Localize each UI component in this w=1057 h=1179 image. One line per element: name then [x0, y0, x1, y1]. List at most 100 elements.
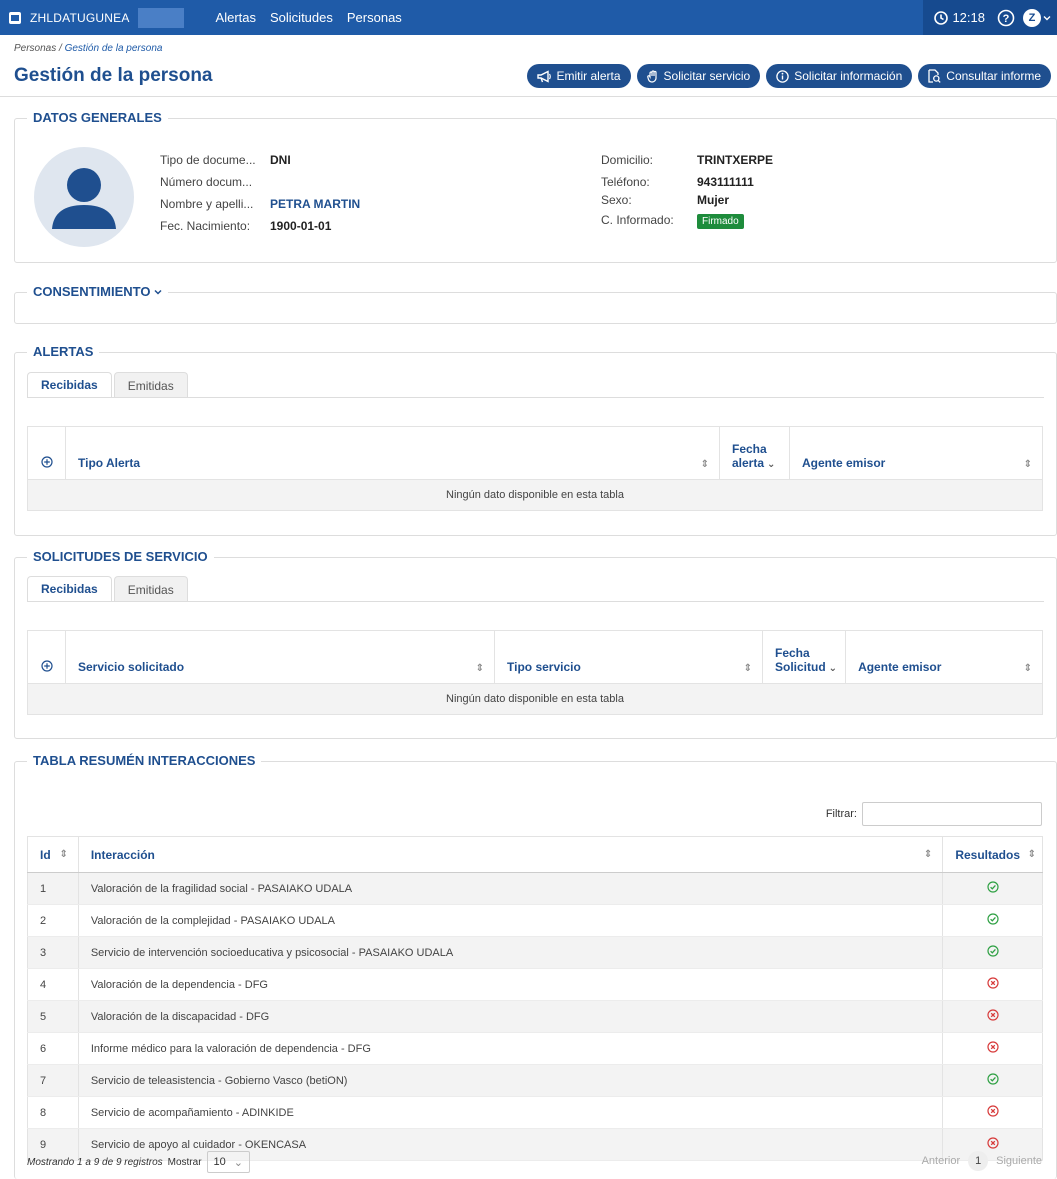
pagination-prev[interactable]: Anterior — [922, 1155, 961, 1167]
sort-icon: ⇕ — [1023, 459, 1032, 470]
view-report-button[interactable]: Consultar informe — [918, 64, 1051, 88]
row-resultado — [942, 904, 1043, 937]
table-row[interactable]: 3 Servicio de intervención socioeducativa… — [27, 936, 1043, 969]
row-id: 3 — [27, 936, 79, 969]
sort-icon: ⇕ — [700, 459, 709, 470]
row-interaccion: Valoración de la complejidad - PASAIAKO … — [77, 904, 944, 937]
pagination-next[interactable]: Siguiente — [996, 1155, 1042, 1167]
sex-value: Mujer — [697, 193, 730, 207]
empty-message: Ningún dato disponible en esta tabla — [27, 479, 1043, 511]
sort-icon: ⇕ — [1023, 663, 1032, 674]
resumen-title: TABLA RESUMÉN INTERACCIONES — [27, 753, 262, 768]
clock-time: 12:18 — [952, 10, 985, 25]
x-circle-icon — [987, 1041, 999, 1056]
address-value: TRINTXERPE — [697, 153, 774, 167]
table-row[interactable]: 2 Valoración de la complejidad - PASAIAKO… — [27, 904, 1043, 937]
expand-all-icon[interactable] — [27, 426, 66, 480]
col-agente-label: Agente emisor — [802, 456, 886, 470]
expand-all-icon[interactable] — [27, 630, 66, 684]
doc-number-label: Número docum... — [160, 175, 253, 189]
col-agente-emisor[interactable]: Agente emisor ⇕ — [845, 630, 1043, 684]
check-circle-icon — [987, 945, 999, 960]
tabs-divider — [27, 397, 1044, 398]
alertas-table: Tipo Alerta ⇕ Fecha alerta ⌄ Agente emisor ⇕… — [27, 426, 1043, 511]
col-fecha-solicitud[interactable]: Fecha Solicitud ⌄ — [761, 630, 847, 684]
row-resultado — [942, 1096, 1043, 1129]
table-row[interactable]: 8 Servicio de acompañamiento - ADINKIDE — [27, 1096, 1043, 1129]
chevron-down-icon[interactable] — [1043, 11, 1051, 25]
nav-alertas[interactable]: Alertas — [216, 10, 256, 25]
sort-desc-icon: ⌄ — [767, 459, 776, 470]
col-agente-emisor[interactable]: Agente emisor ⇕ — [789, 426, 1043, 480]
x-circle-icon — [987, 1009, 999, 1024]
alertas-panel: ALERTAS Recibidas Emitidas Tipo Alerta ⇕ … — [14, 344, 1057, 536]
col-interaccion[interactable]: Interacción ⇕ — [77, 836, 944, 873]
col-tipo-alerta-label: Tipo Alerta — [78, 456, 141, 470]
page-size-select[interactable]: 10 ⌄ — [206, 1151, 251, 1173]
row-resultado — [942, 968, 1043, 1001]
megaphone-icon — [536, 69, 551, 83]
x-circle-icon — [987, 977, 999, 992]
brand-name: ZHLDATUGUNEA — [30, 10, 130, 25]
birthdate-value: 1900-01-01 — [270, 219, 332, 233]
filter-input[interactable] — [862, 802, 1042, 826]
consentimiento-title: CONSENTIMIENTO — [33, 284, 151, 299]
svg-text:?: ? — [1003, 13, 1010, 25]
page-size-label: Mostrar — [167, 1156, 202, 1168]
row-resultado — [942, 1032, 1043, 1065]
session-clock[interactable]: 12:18 — [933, 10, 985, 26]
request-service-button[interactable]: Solicitar servicio — [636, 64, 761, 88]
check-circle-icon — [987, 913, 999, 928]
table-row[interactable]: 6 Informe médico para la valoración de de… — [27, 1032, 1043, 1065]
user-avatar-icon[interactable]: Z — [1023, 8, 1041, 27]
table-empty-row: Ningún dato disponible en esta tabla — [27, 683, 1043, 715]
request-info-button[interactable]: Solicitar información — [766, 64, 913, 88]
info-icon — [776, 69, 789, 83]
tab-solicitudes-recibidas[interactable]: Recibidas — [27, 576, 112, 602]
solicitudes-title: SOLICITUDES DE SERVICIO — [27, 549, 214, 564]
col-tipo-alerta[interactable]: Tipo Alerta ⇕ — [65, 426, 720, 480]
sex-label: Sexo: — [601, 193, 632, 207]
col-fecha-alerta[interactable]: Fecha alerta ⌄ — [719, 426, 790, 480]
top-navbar: ZHLDATUGUNEA Alertas Solicitudes Persona… — [0, 0, 1057, 35]
birthdate-label: Fec. Nacimiento: — [160, 219, 251, 233]
chevron-down-icon — [153, 284, 162, 299]
breadcrumb-personas[interactable]: Personas — [14, 43, 56, 54]
emit-alert-button[interactable]: Emitir alerta — [526, 64, 631, 88]
name-value[interactable]: PETRA MARTIN — [270, 197, 360, 211]
nav-solicitudes[interactable]: Solicitudes — [270, 10, 333, 25]
col-resultados[interactable]: Resultados ⇕ — [942, 836, 1043, 873]
solicitudes-tabs: Recibidas Emitidas — [27, 576, 190, 602]
tab-solicitudes-emitidas[interactable]: Emitidas — [113, 576, 188, 602]
table-row[interactable]: 7 Servicio de teleasistencia - Gobierno V… — [27, 1064, 1043, 1097]
col-tipo-servicio-label: Tipo servicio — [507, 660, 581, 674]
brand-placeholder-block — [137, 7, 184, 28]
emit-alert-label: Emitir alerta — [556, 69, 621, 83]
row-id: 8 — [27, 1096, 79, 1129]
row-interaccion: Servicio de teleasistencia - Gobierno Va… — [77, 1064, 944, 1097]
table-row[interactable]: 1 Valoración de la fragilidad social - PA… — [27, 872, 1043, 905]
breadcrumb-current: Gestión de la persona — [64, 43, 163, 54]
col-tipo-servicio[interactable]: Tipo servicio ⇕ — [494, 630, 763, 684]
tab-alertas-recibidas[interactable]: Recibidas — [27, 372, 112, 398]
chevron-down-icon: ⌄ — [233, 1156, 244, 1169]
tab-alertas-emitidas[interactable]: Emitidas — [113, 372, 188, 398]
x-circle-icon — [987, 1105, 999, 1120]
row-id: 7 — [27, 1064, 79, 1097]
col-servicio-solicitado[interactable]: Servicio solicitado ⇕ — [65, 630, 495, 684]
records-info: Mostrando 1 a 9 de 9 registros — [27, 1156, 163, 1168]
col-interaccion-label: Interacción — [90, 847, 155, 862]
col-id[interactable]: Id ⇕ — [27, 836, 79, 873]
breadcrumb: Personas / Gestión de la persona — [14, 43, 162, 54]
row-resultado — [942, 1064, 1043, 1097]
consentimiento-toggle[interactable]: CONSENTIMIENTO — [27, 284, 168, 299]
pagination-page[interactable]: 1 — [968, 1151, 989, 1171]
brand[interactable]: ZHLDATUGUNEA — [0, 0, 202, 35]
table-row[interactable]: 4 Valoración de la dependencia - DFG — [27, 968, 1043, 1001]
consentimiento-panel: CONSENTIMIENTO — [14, 284, 1057, 324]
resumen-table-body: 1 Valoración de la fragilidad social - PA… — [27, 872, 1043, 1161]
help-icon[interactable]: ? — [997, 9, 1015, 27]
row-interaccion: Informe médico para la valoración de dep… — [77, 1032, 944, 1065]
table-row[interactable]: 5 Valoración de la discapacidad - DFG — [27, 1000, 1043, 1033]
nav-personas[interactable]: Personas — [347, 10, 402, 25]
